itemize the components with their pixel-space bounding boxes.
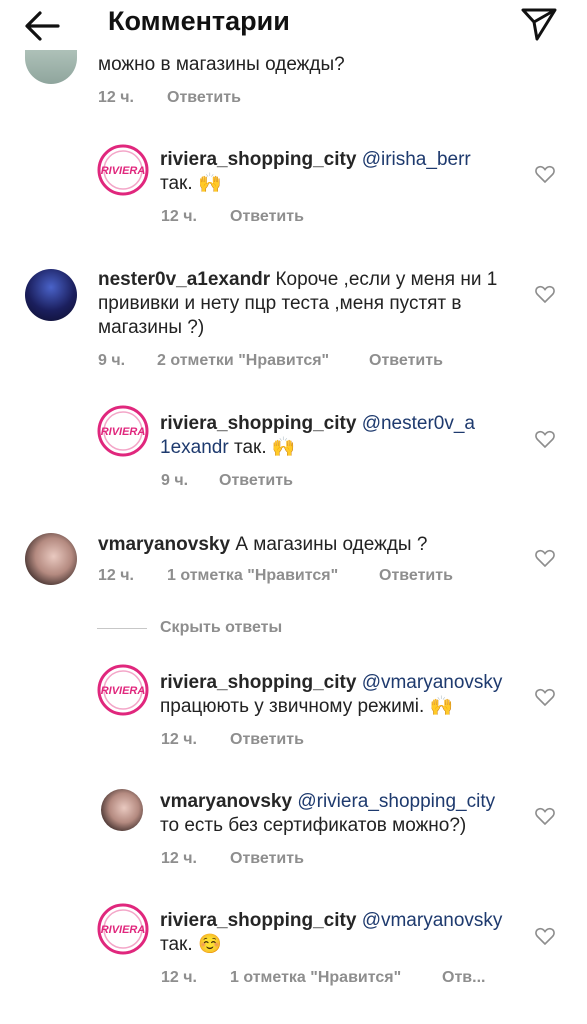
- avatar[interactable]: RIVIERA: [97, 903, 149, 955]
- svg-text:RIVIERA: RIVIERA: [101, 426, 146, 438]
- username[interactable]: riviera_shopping_city: [160, 672, 356, 693]
- likes-count[interactable]: 2 отметки "Нравится": [157, 352, 329, 370]
- mention-link[interactable]: @irisha_berr: [362, 149, 471, 170]
- comment-text: riviera_shopping_city @nester0v_a1exandr…: [160, 413, 475, 458]
- comment-time: 12 ч.: [161, 969, 197, 986]
- comment-text: riviera_shopping_city @vmaryanovsky прац…: [160, 672, 503, 717]
- riviera-logo-icon: RIVIERA: [97, 405, 149, 457]
- reply-button[interactable]: Ответить: [230, 850, 304, 868]
- svg-text:RIVIERA: RIVIERA: [101, 924, 146, 936]
- reply-button[interactable]: Ответить: [230, 731, 304, 749]
- reply-button[interactable]: Ответить: [369, 352, 443, 370]
- likes-count[interactable]: 1 отметка "Нравится": [167, 567, 338, 585]
- comment-time: 12 ч.: [98, 567, 134, 584]
- avatar[interactable]: [101, 789, 143, 831]
- heart-outline-icon[interactable]: [535, 927, 555, 945]
- top-bar: Комментарии: [0, 0, 587, 50]
- username[interactable]: nester0v_a1exandr: [98, 269, 270, 290]
- arrow-left-icon: [25, 11, 60, 41]
- username[interactable]: riviera_shopping_city: [160, 910, 356, 931]
- divider: [97, 628, 147, 629]
- heart-outline-icon[interactable]: [535, 688, 555, 706]
- mention-link[interactable]: @vmaryanovsky: [362, 672, 503, 693]
- heart-outline-icon[interactable]: [535, 807, 555, 825]
- share-button[interactable]: [520, 6, 558, 42]
- comment-time: 12 ч.: [161, 731, 197, 748]
- username[interactable]: vmaryanovsky: [160, 791, 292, 812]
- riviera-logo-icon: RIVIERA: [97, 664, 149, 716]
- avatar[interactable]: RIVIERA: [97, 144, 149, 196]
- heart-outline-icon[interactable]: [535, 430, 555, 448]
- comment-time: 9 ч.: [161, 472, 189, 489]
- comment-text: riviera_shopping_city @vmaryanovsky так.…: [160, 910, 503, 955]
- comment-text: vmaryanovsky @riviera_shopping_city то е…: [160, 791, 496, 836]
- heart-outline-icon[interactable]: [535, 549, 555, 567]
- avatar[interactable]: RIVIERA: [97, 405, 149, 457]
- likes-count[interactable]: 1 отметка "Нравится": [230, 969, 401, 987]
- mention-link[interactable]: @riviera_shopping_city: [297, 791, 495, 812]
- avatar[interactable]: [25, 269, 77, 321]
- reply-button[interactable]: Ответить: [379, 567, 453, 585]
- heart-outline-icon[interactable]: [535, 285, 555, 303]
- back-button[interactable]: [22, 6, 62, 46]
- comment-time: 12 ч.: [161, 850, 197, 867]
- reply-button[interactable]: Отв...: [442, 969, 485, 987]
- page-title: Комментарии: [108, 6, 290, 36]
- username[interactable]: riviera_shopping_city: [160, 149, 356, 170]
- heart-outline-icon[interactable]: [535, 165, 555, 183]
- svg-text:RIVIERA: RIVIERA: [101, 165, 146, 177]
- comment-text: riviera_shopping_city @irisha_berr так. …: [160, 149, 471, 194]
- avatar[interactable]: [25, 533, 77, 585]
- username[interactable]: riviera_shopping_city: [160, 413, 356, 434]
- comment-time: 12 ч.: [161, 208, 197, 225]
- riviera-logo-icon: RIVIERA: [97, 903, 149, 955]
- reply-button[interactable]: Ответить: [219, 472, 293, 490]
- hide-replies-label: Скрыть ответы: [160, 619, 283, 636]
- comment-text: nester0v_a1exandr Короче ,если у меня ни…: [98, 269, 498, 338]
- avatar[interactable]: RIVIERA: [97, 664, 149, 716]
- comment-text: vmaryanovsky А магазины одежды ?: [98, 534, 428, 555]
- riviera-logo-icon: RIVIERA: [97, 144, 149, 196]
- svg-text:RIVIERA: RIVIERA: [101, 685, 146, 697]
- reply-button[interactable]: Ответить: [167, 89, 241, 107]
- comment-time: 9 ч.: [98, 352, 126, 369]
- comment-text: можно в магазины одежды?: [98, 54, 345, 75]
- reply-button[interactable]: Ответить: [230, 208, 304, 226]
- comment-time: 12 ч.: [98, 89, 134, 106]
- paper-plane-icon: [521, 8, 557, 41]
- mention-link[interactable]: @vmaryanovsky: [362, 910, 503, 931]
- username[interactable]: vmaryanovsky: [98, 534, 230, 555]
